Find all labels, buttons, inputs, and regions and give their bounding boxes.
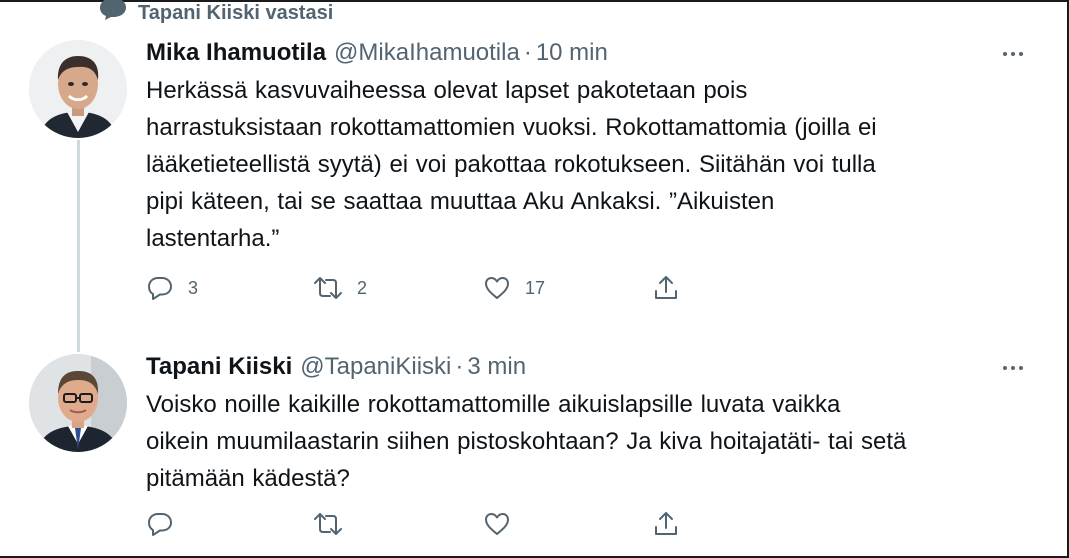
separator-dot: · bbox=[523, 39, 532, 66]
tweet-text: Herkässä kasvuvaiheessa olevat lapset pa… bbox=[146, 72, 1029, 257]
tweet-text: Voisko noille kaikille rokottamattomille… bbox=[146, 386, 1029, 497]
tweet-text-line: Herkässä kasvuvaiheessa olevat lapset pa… bbox=[146, 77, 748, 104]
like-button[interactable] bbox=[483, 510, 525, 538]
heart-icon bbox=[485, 513, 509, 535]
separator-dot: · bbox=[455, 353, 464, 380]
retweet-button[interactable] bbox=[313, 510, 357, 538]
avatar-portrait-2 bbox=[29, 354, 127, 452]
author-handle[interactable]: @TapaniKiiski bbox=[300, 352, 451, 382]
tweet[interactable]: Tapani Kiiski @TapaniKiiski · 3 min Vois… bbox=[146, 352, 1029, 497]
reply-context: Tapani Kiiski vastasi bbox=[100, 0, 333, 26]
tweet-header: Tapani Kiiski @TapaniKiiski · 3 min bbox=[146, 352, 1029, 382]
tweet-text-line: harrastuksistaan rokottamattomien vuoksi… bbox=[146, 114, 877, 141]
author-name[interactable]: Tapani Kiiski bbox=[146, 352, 292, 382]
reply-button[interactable]: 3 bbox=[146, 274, 198, 302]
retweet-button[interactable]: 2 bbox=[313, 274, 367, 302]
thread-connector-line bbox=[77, 140, 80, 352]
share-icon bbox=[655, 512, 677, 535]
reply-button[interactable] bbox=[146, 510, 188, 538]
reply-icon bbox=[148, 513, 172, 536]
tweet-actions: 3 2 17 bbox=[146, 274, 706, 306]
reply-icon bbox=[148, 277, 172, 300]
avatar-portrait-1 bbox=[29, 40, 127, 138]
author-name[interactable]: Mika Ihamuotila bbox=[146, 38, 326, 68]
tweet-text-line: lastentarha.” bbox=[146, 225, 280, 252]
more-dots-icon[interactable] bbox=[1001, 358, 1025, 378]
avatar[interactable] bbox=[29, 40, 127, 138]
avatar[interactable] bbox=[29, 354, 127, 452]
tweet-text-line: lääketieteellistä syytä) ei voi pakottaa… bbox=[146, 151, 876, 178]
tweet-timestamp[interactable]: 10 min bbox=[536, 38, 608, 68]
tweet-text-line: pipi käteen, tai se saattaa muuttaa Aku … bbox=[146, 188, 775, 215]
heart-icon bbox=[485, 277, 509, 299]
share-button[interactable] bbox=[652, 274, 680, 302]
tweet-timestamp[interactable]: 3 min bbox=[467, 352, 526, 382]
retweet-icon bbox=[314, 513, 342, 535]
tweet-actions bbox=[146, 510, 706, 542]
share-button[interactable] bbox=[652, 510, 680, 538]
reply-count: 3 bbox=[188, 277, 199, 298]
reply-context-text: Tapani Kiiski vastasi bbox=[138, 1, 334, 24]
like-count: 17 bbox=[525, 277, 546, 298]
like-button[interactable]: 17 bbox=[483, 274, 545, 302]
author-handle[interactable]: @MikaIhamuotila bbox=[334, 38, 520, 68]
share-icon bbox=[655, 276, 677, 299]
tweet[interactable]: Mika Ihamuotila @MikaIhamuotila · 10 min… bbox=[146, 38, 1029, 257]
tweet-text-line: oikein muumilaastarin siihen pistoskohta… bbox=[146, 428, 907, 455]
retweet-count: 2 bbox=[357, 277, 368, 298]
tweet-text-line: Voisko noille kaikille rokottamattomille… bbox=[146, 391, 841, 418]
retweet-icon bbox=[314, 277, 342, 299]
tweet-header: Mika Ihamuotila @MikaIhamuotila · 10 min bbox=[146, 38, 1029, 68]
speech-bubble-icon bbox=[100, 0, 126, 20]
more-dots-icon[interactable] bbox=[1001, 44, 1025, 64]
tweet-text-line: pitämään kädestä? bbox=[146, 465, 350, 492]
